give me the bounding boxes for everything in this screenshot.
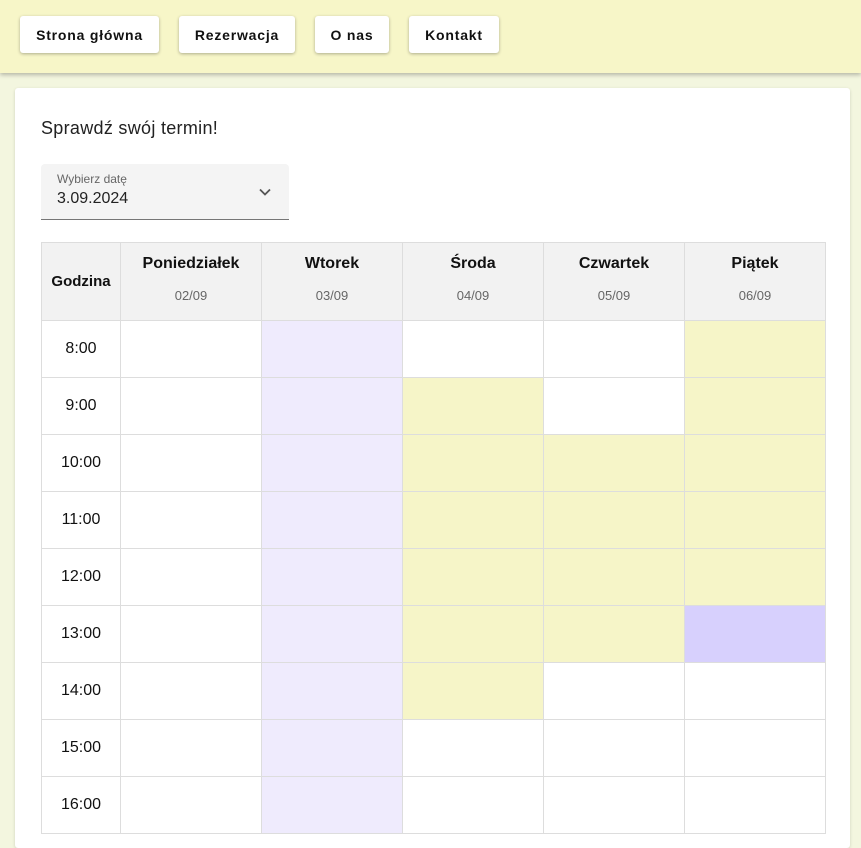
schedule-row: 16:00 [41,776,826,834]
time-slot-cell[interactable] [120,719,262,777]
time-slot-cell[interactable] [402,776,544,834]
hour-label: 9:00 [41,377,121,435]
time-slot-cell[interactable] [684,377,826,435]
time-slot-cell[interactable] [684,605,826,663]
time-slot-cell[interactable] [684,548,826,606]
hour-label: 16:00 [41,776,121,834]
schedule-row: 8:00 [41,320,826,378]
schedule-row: 13:00 [41,605,826,663]
time-slot-cell[interactable] [684,434,826,492]
day-header-wednesday: Środa 04/09 [402,242,544,321]
time-slot-cell[interactable] [402,662,544,720]
time-slot-cell[interactable] [402,719,544,777]
day-name: Czwartek [578,254,650,272]
day-name: Środa [450,254,496,272]
day-date: 05/09 [597,287,631,303]
time-slot-cell[interactable] [120,320,262,378]
hour-label: 12:00 [41,548,121,606]
time-slot-cell[interactable] [543,434,685,492]
schedule-row: 14:00 [41,662,826,720]
day-header-friday: Piątek 06/09 [684,242,826,321]
time-slot-cell[interactable] [261,434,403,492]
hour-column-header: Godzina [41,242,121,321]
time-slot-cell[interactable] [402,491,544,549]
hour-label: 13:00 [41,605,121,663]
day-date: 02/09 [174,287,208,303]
time-slot-cell[interactable] [261,719,403,777]
nav-about-button[interactable]: O nas [315,16,389,53]
time-slot-cell[interactable] [120,605,262,663]
time-slot-cell[interactable] [543,719,685,777]
time-slot-cell[interactable] [684,719,826,777]
hour-label: 8:00 [41,320,121,378]
time-slot-cell[interactable] [684,320,826,378]
time-slot-cell[interactable] [261,548,403,606]
top-navigation-bar: Strona główna Rezerwacja O nas Kontakt [0,0,861,73]
time-slot-cell[interactable] [684,491,826,549]
time-slot-cell[interactable] [120,548,262,606]
day-date: 04/09 [456,287,490,303]
time-slot-cell[interactable] [543,776,685,834]
chevron-down-icon [259,188,271,196]
schedule-row: 9:00 [41,377,826,435]
nav-contact-button[interactable]: Kontakt [409,16,499,53]
date-select-label: Wybierz datę [57,172,127,186]
time-slot-cell[interactable] [261,491,403,549]
time-slot-cell[interactable] [261,320,403,378]
nav-reservation-button[interactable]: Rezerwacja [179,16,295,53]
day-name: Piątek [731,254,779,272]
time-slot-cell[interactable] [543,377,685,435]
hour-label: 15:00 [41,719,121,777]
time-slot-cell[interactable] [543,548,685,606]
schedule-row: 10:00 [41,434,826,492]
day-date: 03/09 [315,287,349,303]
day-header-tuesday: Wtorek 03/09 [261,242,403,321]
schedule-row: 11:00 [41,491,826,549]
date-select[interactable]: Wybierz datę 3.09.2024 [41,164,289,220]
time-slot-cell[interactable] [402,377,544,435]
time-slot-cell[interactable] [261,662,403,720]
time-slot-cell[interactable] [684,662,826,720]
time-slot-cell[interactable] [402,548,544,606]
schedule-row: 12:00 [41,548,826,606]
day-date: 06/09 [738,287,772,303]
time-slot-cell[interactable] [120,491,262,549]
nav-home-button[interactable]: Strona główna [20,16,159,53]
time-slot-cell[interactable] [543,605,685,663]
schedule-table: Godzina Poniedziałek 02/09 Wtorek 03/09 … [41,242,826,834]
schedule-row: 15:00 [41,719,826,777]
day-header-monday: Poniedziałek 02/09 [120,242,262,321]
time-slot-cell[interactable] [684,776,826,834]
hour-label: 11:00 [41,491,121,549]
date-select-value: 3.09.2024 [57,190,129,207]
time-slot-cell[interactable] [120,434,262,492]
schedule-header-row: Godzina Poniedziałek 02/09 Wtorek 03/09 … [41,242,826,321]
day-name: Poniedziałek [142,254,240,272]
time-slot-cell[interactable] [402,605,544,663]
day-name: Wtorek [304,254,360,272]
time-slot-cell[interactable] [120,776,262,834]
day-header-thursday: Czwartek 05/09 [543,242,685,321]
time-slot-cell[interactable] [402,320,544,378]
time-slot-cell[interactable] [261,776,403,834]
time-slot-cell[interactable] [120,662,262,720]
time-slot-cell[interactable] [543,491,685,549]
time-slot-cell[interactable] [402,434,544,492]
time-slot-cell[interactable] [543,320,685,378]
time-slot-cell[interactable] [261,377,403,435]
hour-label: 14:00 [41,662,121,720]
time-slot-cell[interactable] [543,662,685,720]
hour-label: 10:00 [41,434,121,492]
page-title: Sprawdź swój termin! [41,118,219,138]
time-slot-cell[interactable] [261,605,403,663]
time-slot-cell[interactable] [120,377,262,435]
